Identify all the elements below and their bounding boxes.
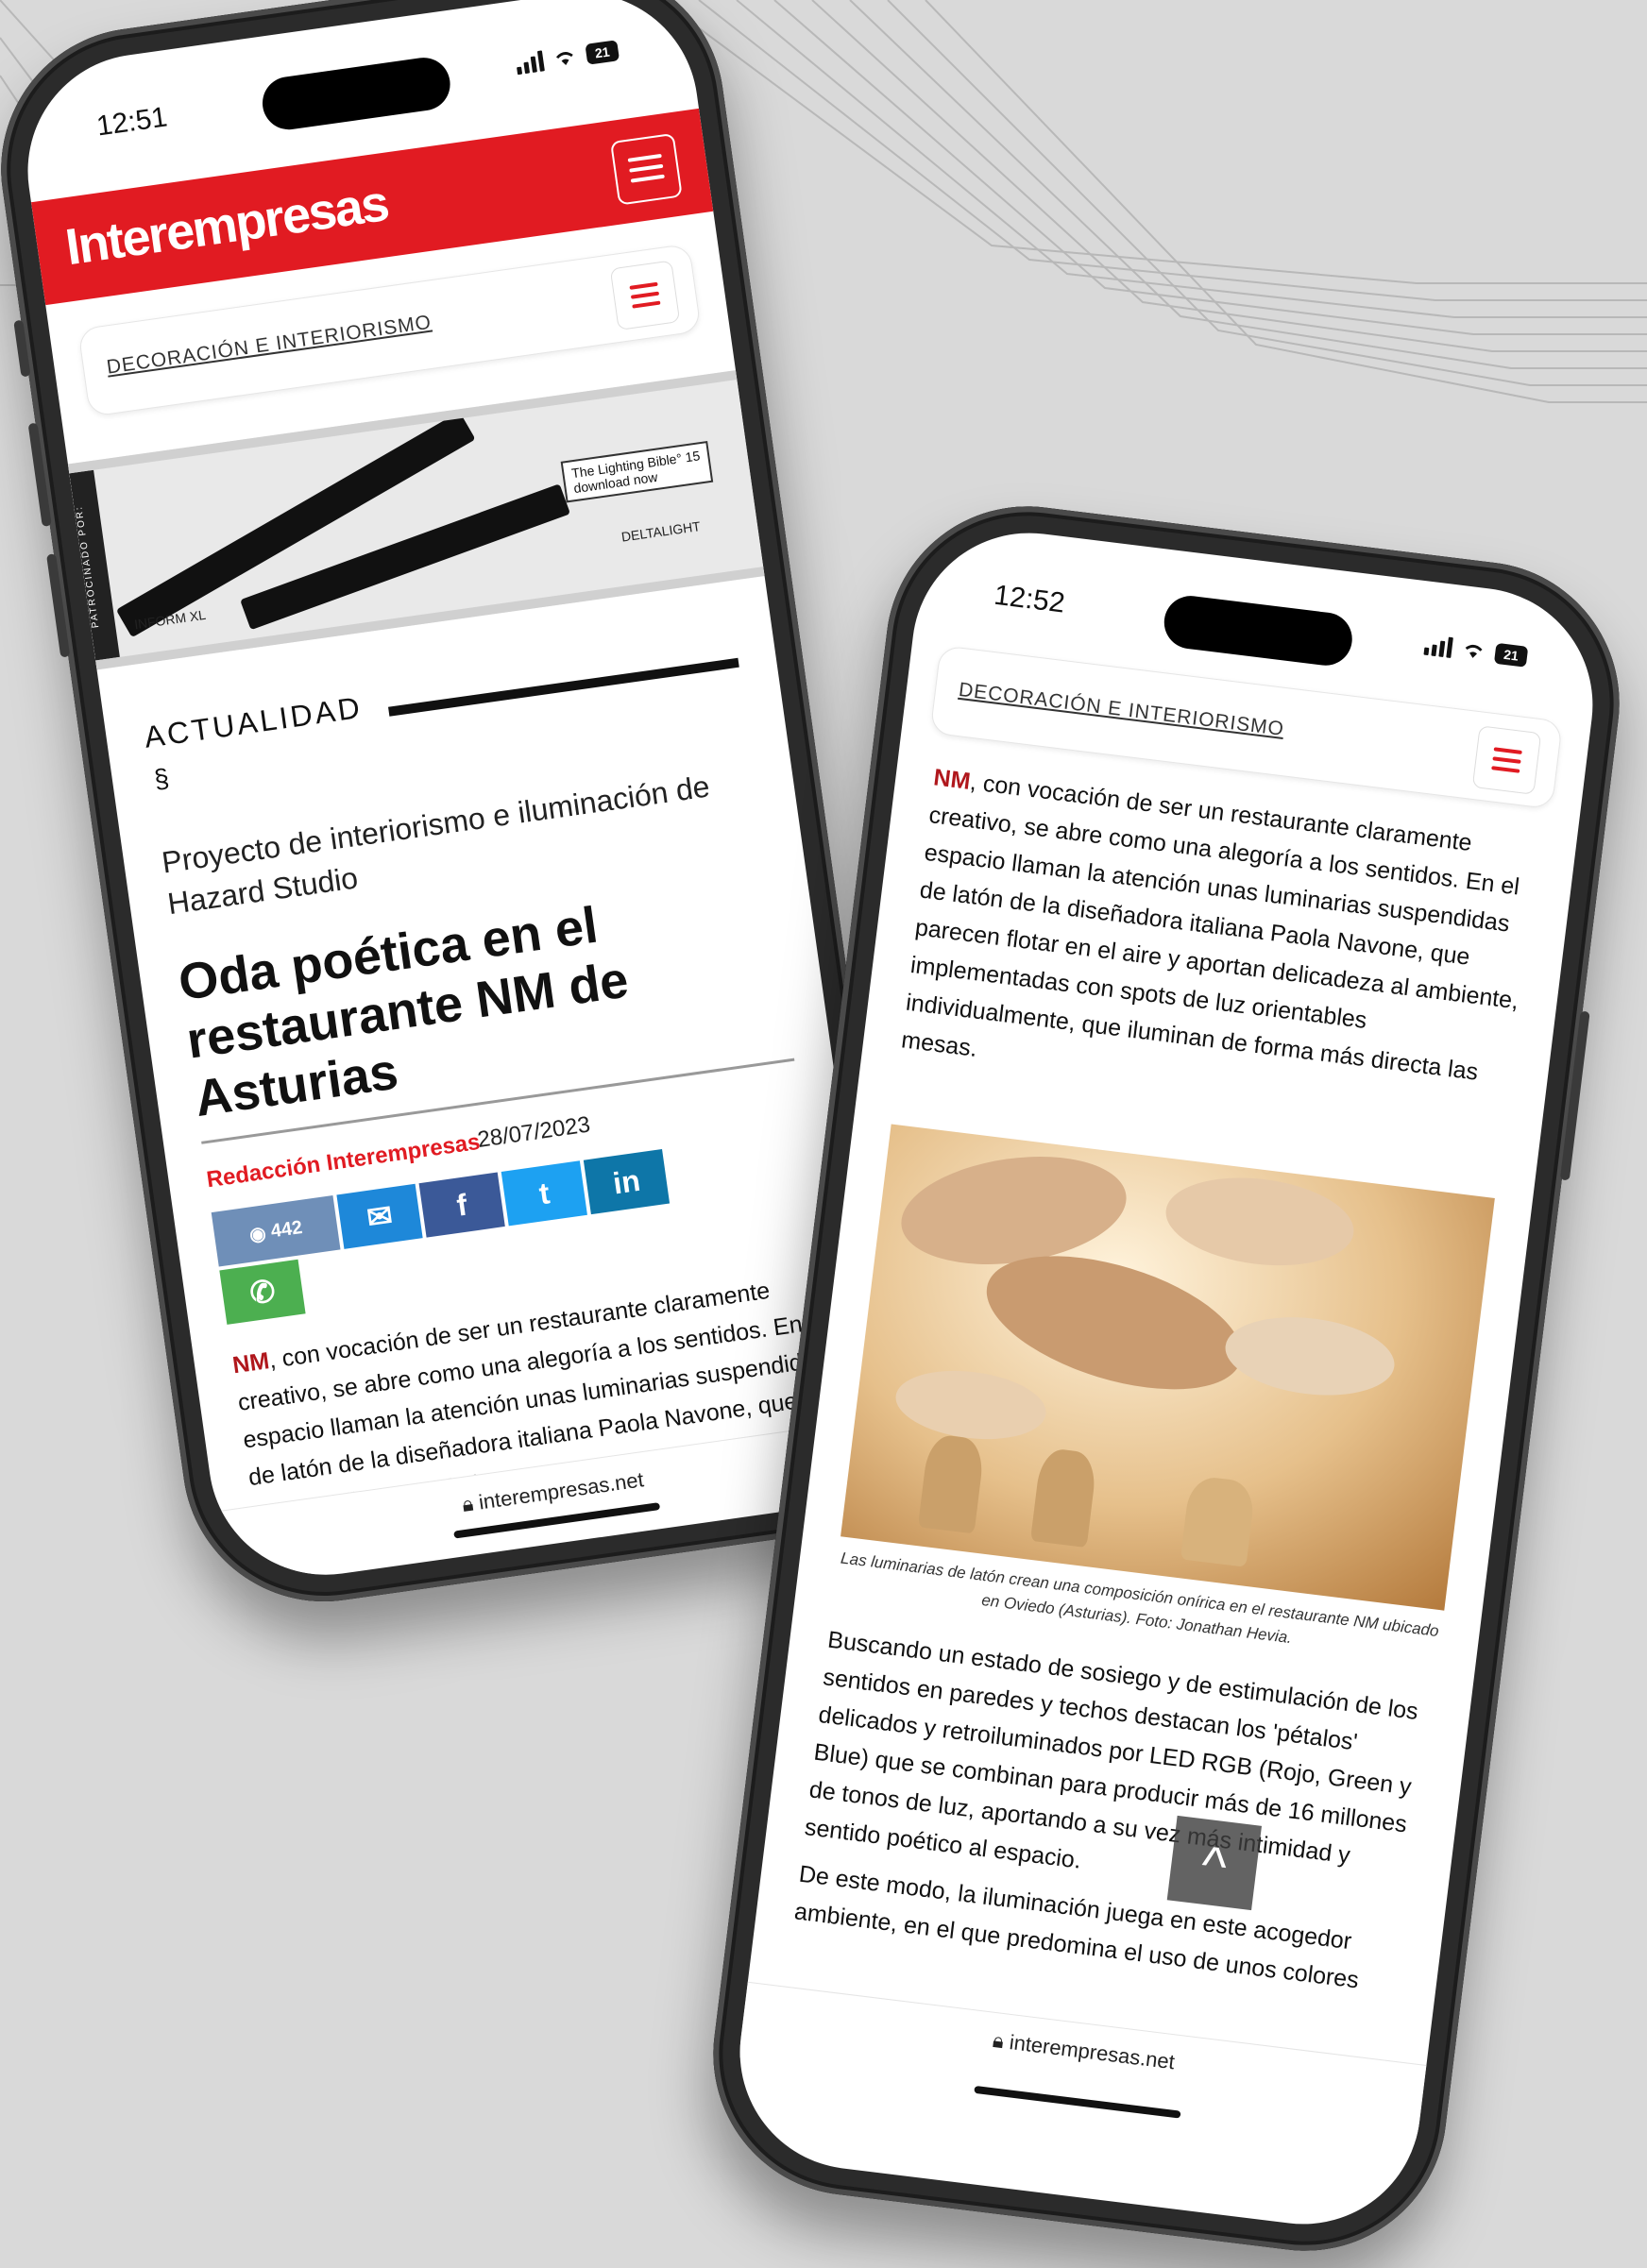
battery-icon: 21 xyxy=(1493,642,1529,668)
photo-petal xyxy=(891,1362,1050,1447)
photo-lamp xyxy=(917,1432,986,1534)
wifi-icon xyxy=(1465,644,1483,658)
linkedin-icon: in xyxy=(610,1162,642,1200)
url-domain: interempresas.net xyxy=(1008,2030,1177,2074)
browser-url-bar[interactable]: 🔒︎ interempresas.net xyxy=(738,1981,1427,2141)
status-time: 12:51 xyxy=(94,101,170,143)
status-icons: 21 xyxy=(515,40,620,76)
twitter-icon: t xyxy=(536,1175,552,1210)
share-whatsapp-button[interactable]: ✆ xyxy=(219,1259,306,1325)
article-photo[interactable] xyxy=(840,1124,1495,1611)
share-email-button[interactable]: ✉ xyxy=(336,1183,423,1249)
photo-petal xyxy=(1161,1167,1359,1276)
ad-light-beam xyxy=(240,483,571,631)
section-menu-button[interactable] xyxy=(1471,725,1542,795)
ad-promo: The Lighting Bible° 15 download now xyxy=(560,441,714,503)
link-icon[interactable]: § xyxy=(152,763,171,795)
photo-lamp xyxy=(1029,1447,1098,1549)
signal-icon xyxy=(515,50,545,76)
kicker-label: ACTUALIDAD xyxy=(142,689,365,754)
section-menu-button[interactable] xyxy=(609,260,681,330)
lead-strong: NM xyxy=(230,1347,271,1379)
url-text: 🔒︎ interempresas.net xyxy=(992,2028,1177,2074)
share-twitter-button[interactable]: t xyxy=(501,1160,587,1227)
photo-lamp xyxy=(1180,1474,1257,1567)
wifi-icon xyxy=(555,52,573,65)
mail-icon: ✉ xyxy=(365,1197,395,1236)
whatsapp-icon: ✆ xyxy=(247,1273,278,1312)
share-facebook-button[interactable]: f xyxy=(418,1172,505,1238)
section-title-link[interactable]: DECORACIÓN E INTERIORISMO xyxy=(958,679,1285,741)
kicker-rule xyxy=(388,657,739,717)
eye-icon: ◉ xyxy=(247,1222,273,1246)
site-logo[interactable]: Interempresas xyxy=(62,174,391,277)
status-icons: 21 xyxy=(1423,635,1529,668)
sponsored-banner[interactable]: PATROCINADO POR: The Lighting Bible° 15 … xyxy=(67,370,765,670)
sponsor-tag: PATROCINADO POR: xyxy=(69,469,120,661)
status-time: 12:52 xyxy=(992,579,1067,619)
section-title-link[interactable]: DECORACIÓN E INTERIORISMO xyxy=(105,312,433,380)
dynamic-island xyxy=(259,54,454,133)
back-to-top-button[interactable]: ^ xyxy=(1166,1815,1263,1911)
lead-text: , con vocación de ser un restaurante cla… xyxy=(899,769,1521,1086)
photo-petal xyxy=(894,1142,1133,1278)
main-menu-button[interactable] xyxy=(610,132,683,206)
share-linkedin-button[interactable]: in xyxy=(583,1149,671,1215)
ad-brand: DELTALIGHT xyxy=(620,518,702,545)
dynamic-island xyxy=(1161,592,1355,669)
battery-icon: 21 xyxy=(585,40,620,65)
signal-icon xyxy=(1423,635,1453,659)
facebook-icon: f xyxy=(454,1187,469,1223)
views-count: 442 xyxy=(269,1216,304,1242)
article-date: 28/07/2023 xyxy=(475,1111,592,1153)
views-counter: ◉ 442 xyxy=(211,1194,341,1267)
photo-petal xyxy=(1220,1308,1400,1405)
lead-strong: NM xyxy=(932,764,973,795)
article-lead: NM, con vocación de ser un restaurante c… xyxy=(899,758,1539,1132)
